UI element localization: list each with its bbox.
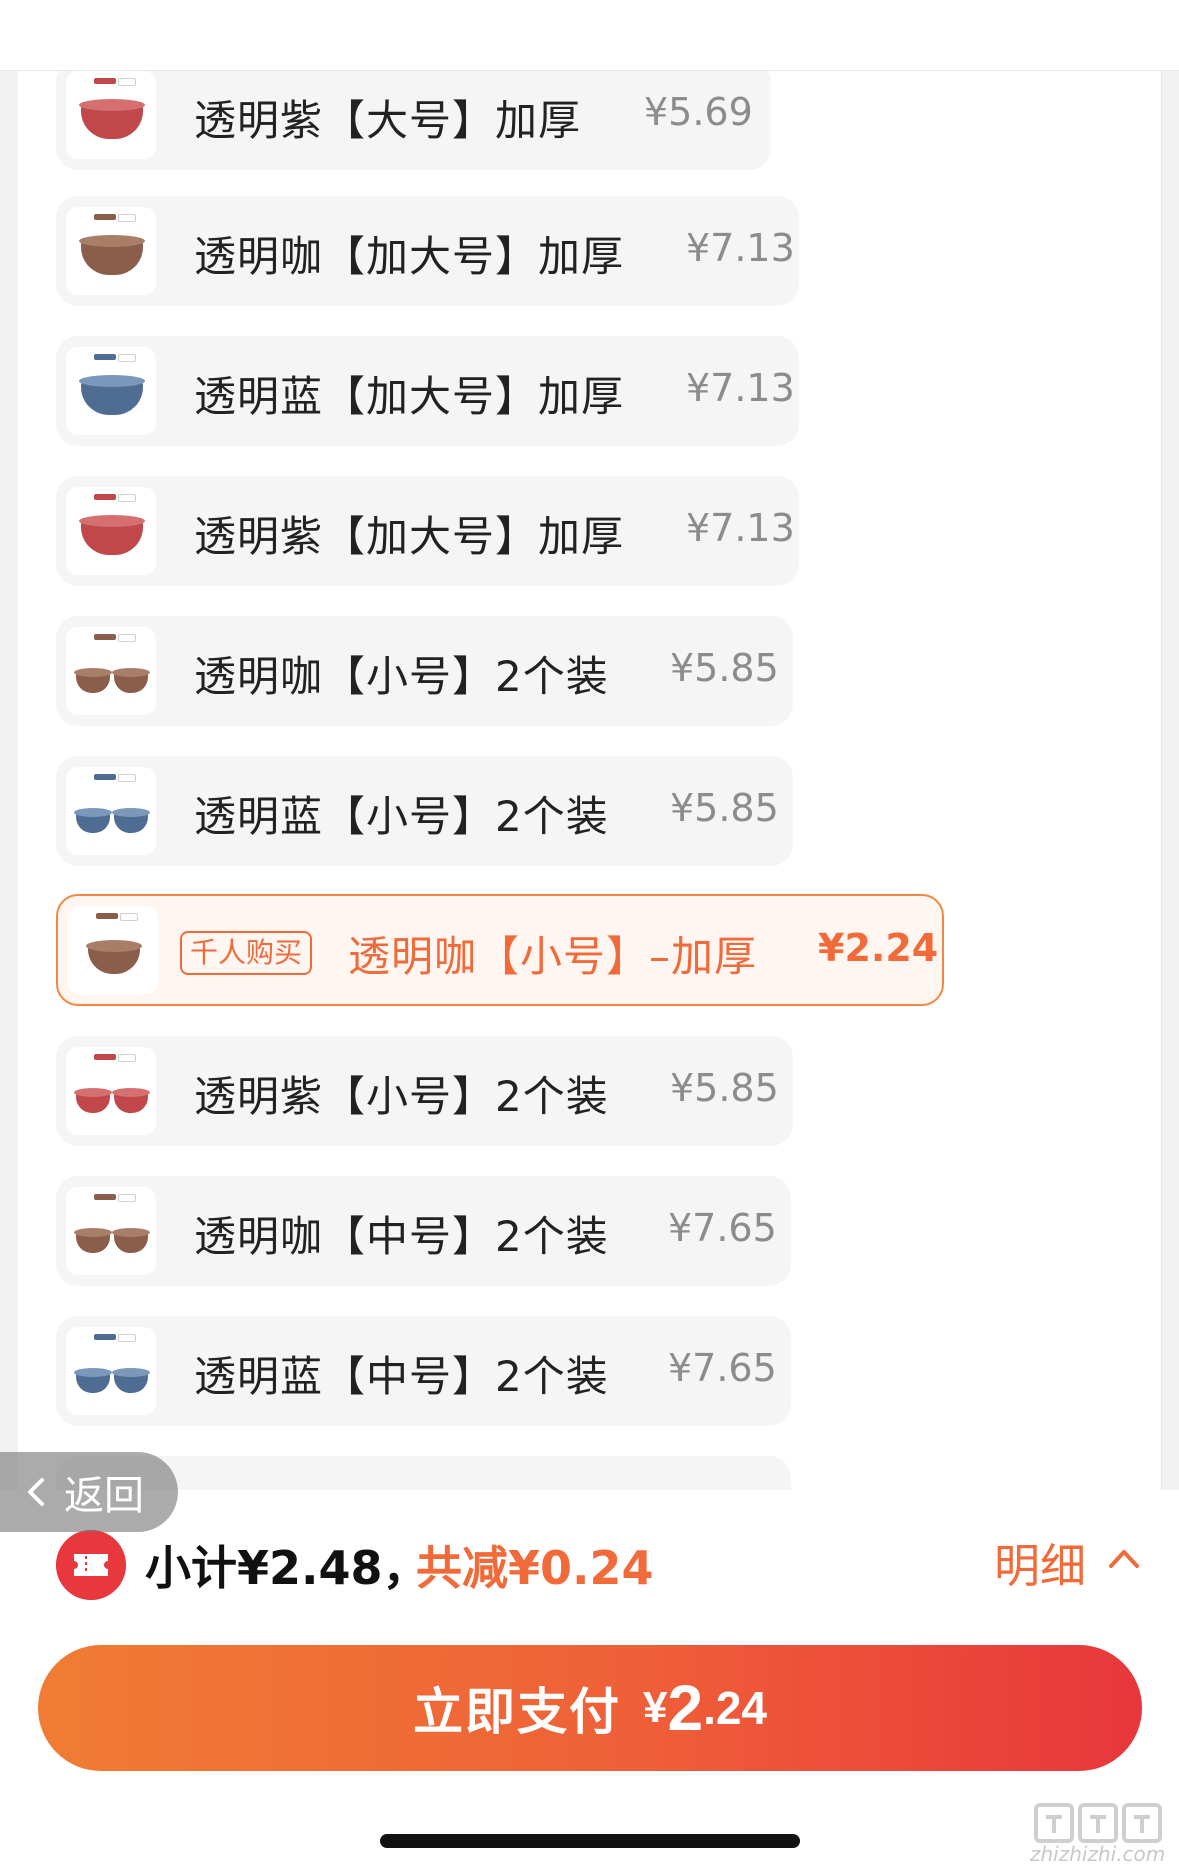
sku-option-label: 透明咖【中号】2个装 (194, 1212, 609, 1261)
product-thumbnail (66, 627, 156, 715)
right-gutter (1162, 70, 1179, 1490)
sku-option-price: ¥2.24 (818, 926, 939, 970)
bowl-image (79, 375, 145, 415)
sku-option-price: ¥5.85 (670, 646, 779, 690)
bowl-image (74, 808, 112, 833)
left-gutter (0, 70, 18, 1490)
popular-badge: 千人购买 (180, 931, 313, 975)
sku-option-price: ¥7.13 (686, 366, 795, 410)
back-button[interactable]: 返回 (0, 1452, 178, 1532)
bowl-image (112, 1228, 150, 1253)
bowl-image (112, 1368, 150, 1393)
discount-text: 共减¥0.24 (416, 1541, 654, 1595)
bowl-image (112, 668, 150, 693)
sku-option-label: 透明紫【小号】2个装 (194, 1072, 609, 1121)
product-thumbnail (66, 1187, 156, 1275)
top-bar (0, 0, 1179, 71)
sku-option-price: ¥7.65 (668, 1206, 777, 1250)
sku-option-item-selected[interactable]: 千人购买 透明咖【小号】–加厚 ¥2.24 (56, 894, 944, 1006)
sku-option-price: ¥7.13 (686, 226, 795, 270)
product-thumbnail (66, 1327, 156, 1415)
bowl-image (112, 1088, 150, 1113)
bowl-image (74, 1368, 112, 1393)
sku-option-price: ¥5.85 (670, 786, 779, 830)
pay-amount-decimal: .24 (703, 1682, 768, 1734)
bowl-image (74, 668, 112, 693)
pay-now-label: 立即支付 (412, 1684, 621, 1740)
sku-option-label: 透明咖【小号】–加厚 (348, 932, 758, 981)
chevron-up-icon[interactable] (1105, 1540, 1143, 1578)
bowl-image (74, 1228, 112, 1253)
sku-option-label: 透明蓝【加大号】加厚 (194, 372, 625, 421)
sku-option-item[interactable]: 透明紫【加大号】加厚 ¥7.13 (56, 476, 799, 586)
subtotal-text: 小计¥2.48， (145, 1541, 429, 1595)
home-indicator (380, 1834, 800, 1848)
pay-currency: ¥ (642, 1683, 668, 1732)
product-thumbnail (66, 487, 156, 575)
sku-option-item[interactable]: 透明咖【加大号】加厚 ¥7.13 (56, 196, 799, 306)
sku-option-item[interactable]: 透明紫【小号】2个装 ¥5.85 (56, 1036, 793, 1146)
sku-option-item[interactable]: 透明咖【小号】2个装 ¥5.85 (56, 616, 793, 726)
sku-option-label: 透明紫【大号】加厚 (194, 96, 582, 145)
detail-toggle[interactable]: 明细 (994, 1530, 1086, 1596)
bowl-image (74, 1088, 112, 1113)
sku-option-label: 透明蓝【中号】2个装 (194, 1352, 609, 1401)
sku-option-item[interactable]: 透明蓝【中号】2个装 ¥7.65 (56, 1316, 791, 1426)
coupon-icon (56, 1530, 126, 1600)
chevron-left-icon (28, 1478, 44, 1506)
watermark-text: zhizhizhi.com (1030, 1842, 1166, 1866)
product-thumbnail (66, 347, 156, 435)
product-thumbnail (66, 207, 156, 295)
product-thumbnail (68, 906, 158, 994)
sku-option-list: 透明紫【大号】加厚 ¥5.69 透明咖【加大号】加厚 ¥7.13 透明蓝【加大号… (18, 70, 1162, 1490)
sku-option-item[interactable]: 透明蓝【小号】2个装 ¥5.85 (56, 756, 793, 866)
bowl-image (112, 808, 150, 833)
sku-option-label: 透明蓝【小号】2个装 (194, 792, 609, 841)
bowl-image (79, 99, 145, 139)
product-thumbnail (66, 767, 156, 855)
sku-option-price: ¥7.65 (668, 1346, 777, 1390)
bowl-image (79, 235, 145, 275)
product-thumbnail (66, 1047, 156, 1135)
product-thumbnail (66, 71, 156, 159)
sku-option-label: 透明咖【小号】2个装 (194, 652, 609, 701)
sku-option-label: 透明紫【加大号】加厚 (194, 512, 625, 561)
sku-option-price: ¥5.69 (644, 90, 753, 134)
back-label: 返回 (64, 1473, 144, 1519)
sku-option-label: 透明咖【加大号】加厚 (194, 232, 625, 281)
sku-option-item[interactable]: 透明咖【中号】2个装 ¥7.65 (56, 1176, 791, 1286)
bowl-image (79, 515, 145, 555)
sku-option-item[interactable]: 透明蓝【加大号】加厚 ¥7.13 (56, 336, 799, 446)
pay-now-button[interactable]: 立即支付 ¥ 2 .24 (38, 1645, 1142, 1771)
sku-option-price: ¥7.13 (686, 506, 795, 550)
pay-amount-integer: 2 (667, 1672, 704, 1744)
bowl-image (86, 940, 142, 974)
sku-option-price: ¥5.85 (670, 1066, 779, 1110)
sku-option-item[interactable]: 透明紫【大号】加厚 ¥5.69 (56, 70, 771, 170)
